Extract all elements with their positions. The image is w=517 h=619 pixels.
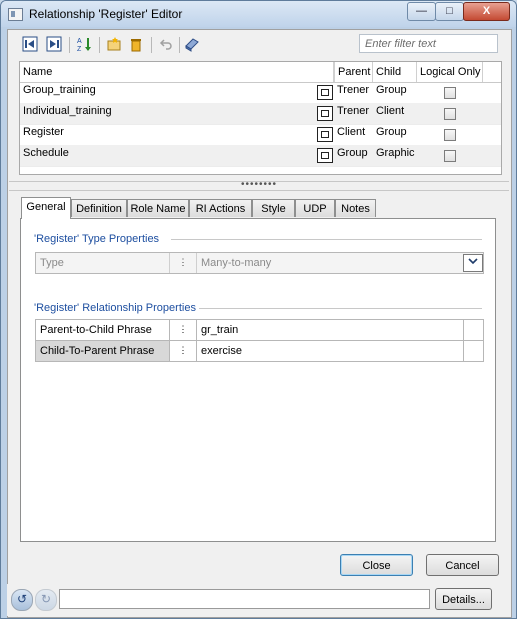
group-divider	[171, 239, 482, 240]
relationship-properties-group-title: 'Register' Relationship Properties	[34, 302, 196, 314]
undo-icon[interactable]	[157, 36, 175, 54]
back-icon[interactable]: ↺	[11, 589, 33, 611]
cell-name: Group_training	[23, 84, 96, 96]
cell-name: Schedule	[23, 147, 69, 159]
cell-name: Register	[23, 126, 64, 138]
logical-only-checkbox[interactable]	[444, 129, 456, 141]
svg-text:Z: Z	[77, 46, 82, 52]
child-to-parent-row: Child-To-Parent Phrase ⋮ exercise	[35, 340, 484, 362]
column-header-logical-only[interactable]: Logical Only	[417, 62, 483, 82]
type-label: Type	[36, 253, 170, 273]
status-bar: ↺ ↻ Details...	[7, 584, 510, 616]
tab-general[interactable]: General	[21, 197, 71, 219]
tab-udp[interactable]: UDP	[295, 199, 335, 217]
table-row[interactable]: Register Client Group	[20, 124, 501, 146]
row-end-cell	[463, 341, 484, 361]
open-entity-icon[interactable]	[317, 148, 333, 163]
column-header-parent[interactable]: Parent	[334, 62, 373, 82]
prev-record-icon[interactable]	[21, 36, 39, 54]
details-button[interactable]: Details...	[435, 588, 492, 610]
new-icon[interactable]	[105, 36, 123, 54]
toolbar-separator	[179, 37, 180, 53]
cancel-button[interactable]: Cancel	[426, 554, 499, 576]
column-header-name[interactable]: Name	[20, 62, 334, 82]
child-to-parent-input[interactable]: exercise	[198, 341, 242, 361]
toolbar-separator	[99, 37, 100, 53]
forward-icon[interactable]: ↻	[35, 589, 57, 611]
parent-to-child-input[interactable]: gr_train	[198, 320, 238, 340]
properties-icon[interactable]	[183, 36, 201, 54]
relationship-grid: Name Parent Child Logical Only Group_tra…	[19, 61, 502, 175]
cell-parent: Group	[337, 147, 368, 159]
row-end-cell	[463, 320, 484, 340]
toolbar-separator	[151, 37, 152, 53]
row-grip-icon: ⋮	[170, 341, 197, 361]
type-property-row: Type ⋮ Many-to-many	[35, 252, 484, 274]
general-tab-panel: 'Register' Type Properties Type ⋮ Many-t…	[20, 218, 496, 542]
toolbar: AZ	[15, 34, 199, 56]
parent-to-child-label: Parent-to-Child Phrase	[36, 320, 170, 340]
open-entity-icon[interactable]	[317, 127, 333, 142]
window-title: Relationship 'Register' Editor	[29, 7, 183, 21]
logical-only-checkbox[interactable]	[444, 150, 456, 162]
tab-notes[interactable]: Notes	[335, 199, 376, 217]
title-bar[interactable]: Relationship 'Register' Editor — □ X	[1, 1, 516, 27]
logical-only-checkbox[interactable]	[444, 108, 456, 120]
maximize-button[interactable]: □	[435, 2, 464, 21]
close-button[interactable]: Close	[340, 554, 413, 576]
svg-text:A: A	[77, 38, 82, 45]
cell-parent: Trener	[337, 84, 369, 96]
group-divider	[199, 308, 482, 309]
cell-child: Client	[376, 105, 405, 117]
cell-child: Graphic	[376, 147, 415, 159]
cell-child: Group	[376, 126, 407, 138]
grid-header: Name Parent Child Logical Only	[20, 62, 501, 83]
type-properties-group-title: 'Register' Type Properties	[34, 233, 160, 245]
minimize-button[interactable]: —	[407, 2, 436, 21]
next-record-icon[interactable]	[45, 36, 63, 54]
app-icon	[8, 8, 23, 21]
sort-icon[interactable]: AZ	[75, 36, 93, 54]
table-row[interactable]: Group_training Trener Group	[20, 82, 501, 104]
child-to-parent-label: Child-To-Parent Phrase	[36, 341, 170, 361]
table-row[interactable]: Schedule Group Graphic	[20, 145, 501, 167]
delete-icon[interactable]	[127, 36, 145, 54]
parent-to-child-row: Parent-to-Child Phrase ⋮ gr_train	[35, 319, 484, 341]
cell-parent: Client	[337, 126, 366, 138]
tab-style[interactable]: Style	[252, 199, 295, 217]
cell-name: Individual_training	[23, 105, 112, 117]
type-dropdown-button[interactable]	[463, 254, 483, 272]
tab-definition[interactable]: Definition	[71, 199, 127, 217]
filter-input[interactable]: Enter filter text	[359, 34, 498, 53]
cell-parent: Trener	[337, 105, 369, 117]
type-value: Many-to-many	[201, 257, 272, 269]
cell-child: Group	[376, 84, 407, 96]
column-header-child[interactable]: Child	[373, 62, 417, 82]
editor-window: Relationship 'Register' Editor — □ X AZ	[0, 0, 517, 619]
toolbar-separator	[69, 37, 70, 53]
row-grip-icon: ⋮	[170, 320, 197, 340]
table-row[interactable]: Individual_training Trener Client	[20, 103, 501, 125]
tab-role-name[interactable]: Role Name	[127, 199, 189, 217]
status-text-field	[59, 589, 430, 609]
row-grip-icon: ⋮	[170, 253, 197, 273]
window-close-button[interactable]: X	[463, 2, 510, 21]
open-entity-icon[interactable]	[317, 106, 333, 121]
pane-splitter[interactable]: ••••••••	[9, 180, 509, 191]
open-entity-icon[interactable]	[317, 85, 333, 100]
tab-ri-actions[interactable]: RI Actions	[189, 199, 252, 217]
logical-only-checkbox[interactable]	[444, 87, 456, 99]
